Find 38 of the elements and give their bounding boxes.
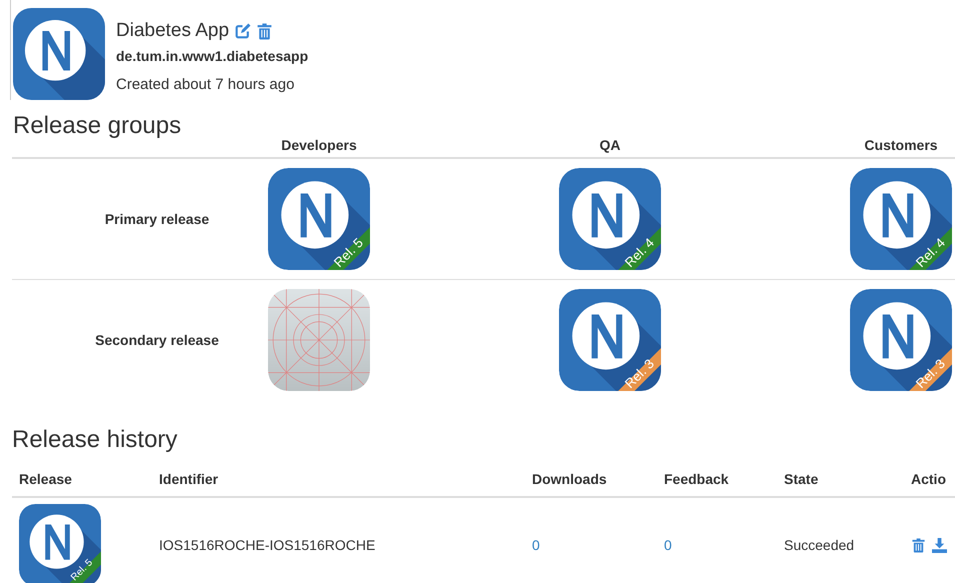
app-icon [19, 504, 101, 583]
app-title: Diabetes App [116, 20, 230, 42]
release-label: Rel. 5 [69, 557, 95, 583]
section-title: Release history [12, 426, 178, 454]
package-id: de.tum.in.www1.diabetesapp [116, 48, 308, 64]
app-icon [13, 8, 105, 100]
trash-icon[interactable] [256, 22, 274, 40]
release-label: Rel. 3 [912, 356, 948, 391]
downloads-link[interactable]: 0 [532, 537, 540, 553]
row-label: Secondary release [95, 332, 219, 348]
release-label: Rel. 5 [330, 235, 366, 270]
created-time: Created about 7 hours ago [116, 76, 296, 93]
app-icon[interactable] [268, 168, 370, 270]
app-icon[interactable] [850, 289, 952, 391]
placeholder-icon[interactable] [268, 289, 370, 391]
feedback-link[interactable]: 0 [664, 537, 672, 553]
release-label: Rel. 4 [622, 235, 657, 270]
column-header: Feedback [664, 471, 729, 487]
trash-icon[interactable] [911, 538, 926, 552]
identifier-cell: IOS1516ROCHE-IOS1516ROCHE [159, 537, 376, 553]
column-header: State [784, 471, 818, 487]
app-icon[interactable] [559, 289, 661, 391]
column-header: Customers [864, 137, 938, 153]
release-label: Rel. 4 [912, 235, 948, 270]
column-header: Developers [281, 137, 357, 153]
section-title: Release groups [13, 112, 182, 140]
download-icon[interactable] [932, 538, 947, 552]
row-label: Primary release [104, 211, 210, 227]
column-header: Downloads [532, 471, 607, 487]
release-label: Rel. 3 [622, 356, 657, 391]
edit-icon[interactable] [234, 22, 252, 40]
state-cell: Succeeded [784, 537, 854, 553]
column-header: Identifier [159, 471, 218, 487]
column-header: Release [19, 471, 72, 487]
column-header: Actio [911, 471, 946, 487]
column-header: QA [600, 137, 620, 153]
app-icon[interactable] [559, 168, 661, 270]
app-icon[interactable] [850, 168, 952, 270]
